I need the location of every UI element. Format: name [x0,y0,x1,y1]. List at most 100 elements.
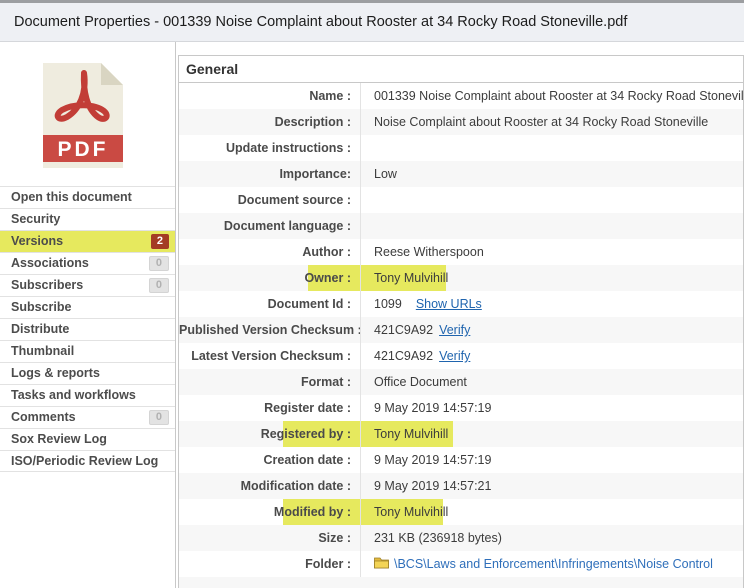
row-creation-date: Creation date : 9 May 2019 14:57:19 [179,447,743,473]
field-label: Document source : [179,187,360,213]
field-value: \BCS\Laws and Enforcement\Infringements\… [360,551,743,577]
field-label: Modification date : [179,473,360,499]
field-value: Tony Mulvihill [360,265,743,291]
field-value: Noise Complaint about Rooster at 34 Rock… [360,109,743,135]
field-label: Update instructions : [179,135,360,161]
row-folder: Folder : \BCS\Laws and Enforcement\Infri… [179,551,743,577]
verify-link[interactable]: Verify [439,323,470,337]
sidebar-item-distribute[interactable]: Distribute [0,318,175,340]
field-value: 421C9A92Verify [360,317,743,343]
checksum-value: 421C9A92 [374,349,433,363]
row-author: Author : Reese Witherspoon [179,239,743,265]
sidebar-item-label: Logs & reports [11,366,100,380]
show-urls-link[interactable]: Show URLs [416,297,482,311]
folder-path-link[interactable]: \BCS\Laws and Enforcement\Infringements\… [394,557,713,571]
sidebar-item-label: Thumbnail [11,344,74,358]
field-value: 9 May 2019 14:57:21 [360,473,743,499]
properties-table: Name : 001339 Noise Complaint about Roos… [179,83,743,588]
sidebar-item-tasks-workflows[interactable]: Tasks and workflows [0,384,175,406]
row-importance: Importance: Low [179,161,743,187]
field-label: Size : [179,525,360,551]
pdf-file-icon: PDF [43,63,123,168]
field-label: Modified by : [179,499,360,525]
row-description: Description : Noise Complaint about Roos… [179,109,743,135]
sidebar-item-logs-reports[interactable]: Logs & reports [0,362,175,384]
comments-count-badge: 0 [149,410,169,425]
row-format: Format : Office Document [179,369,743,395]
sidebar: PDF Open this document Security Versions… [0,42,176,588]
sidebar-item-associations[interactable]: Associations 0 [0,252,175,274]
field-label: Format : [179,369,360,395]
field-value: 9 May 2019 14:57:19 [360,395,743,421]
row-update-instructions: Update instructions : [179,135,743,161]
field-value: Reese Witherspoon [360,239,743,265]
field-value: 001339 Noise Complaint about Rooster at … [360,83,743,109]
general-panel: General Name : 001339 Noise Complaint ab… [178,55,744,588]
verify-link[interactable]: Verify [439,349,470,363]
row-latest-version-checksum: Latest Version Checksum : 421C9A92 Verify [179,343,743,369]
field-label: Latest Version Checksum : [179,343,360,369]
field-label: Author : [179,239,360,265]
field-value [360,213,743,239]
sidebar-item-label: Open this document [11,190,132,204]
sidebar-item-versions[interactable]: Versions 2 [0,230,175,252]
field-value: Office Document [360,369,743,395]
row-size: Size : 231 KB (236918 bytes) [179,525,743,551]
sidebar-item-subscribe[interactable]: Subscribe [0,296,175,318]
pdf-label: PDF [58,138,109,161]
sidebar-item-label: Sox Review Log [11,432,107,446]
field-label: Creation date : [179,447,360,473]
field-value: 231 KB (236918 bytes) [360,525,743,551]
field-value: 421C9A92 Verify [360,343,743,369]
field-label: Description : [179,109,360,135]
sidebar-item-security[interactable]: Security [0,208,175,230]
sidebar-item-label: Versions [11,234,63,248]
row-document-source: Document source : [179,187,743,213]
field-label: Document Id : [179,291,360,317]
folder-icon [374,557,389,569]
sidebar-item-subscribers[interactable]: Subscribers 0 [0,274,175,296]
field-value: Tony Mulvihill [360,421,743,447]
document-id-value: 1099 [374,297,402,311]
sidebar-item-label: Associations [11,256,89,270]
document-properties-dialog: Document Properties - 001339 Noise Compl… [0,0,744,588]
row-document-id: Document Id : 1099 Show URLs [179,291,743,317]
sidebar-menu: Open this document Security Versions 2 A… [0,186,175,472]
field-label: Name : [179,83,360,109]
field-value: Tony Mulvihill [360,499,743,525]
sidebar-item-open-this-document[interactable]: Open this document [0,186,175,208]
dialog-titlebar: Document Properties - 001339 Noise Compl… [0,3,744,42]
field-label: Published Version Checksum : [179,317,360,343]
row-owner: Owner : Tony Mulvihill [179,265,743,291]
associations-count-badge: 0 [149,256,169,271]
sidebar-item-sox-review-log[interactable]: Sox Review Log [0,428,175,450]
row-modified-by: Modified by : Tony Mulvihill [179,499,743,525]
field-value [360,577,743,588]
field-value [360,135,743,161]
general-panel-title: General [179,56,743,83]
field-label: Owner : [179,265,360,291]
row-document-language: Document language : [179,213,743,239]
sidebar-item-comments[interactable]: Comments 0 [0,406,175,428]
sidebar-item-thumbnail[interactable]: Thumbnail [0,340,175,362]
sidebar-item-label: ISO/Periodic Review Log [11,454,158,468]
field-value: 9 May 2019 14:57:19 [360,447,743,473]
field-label: Folder : [179,551,360,577]
sidebar-item-label: Tasks and workflows [11,388,136,402]
field-value [360,187,743,213]
row-modification-date: Modification date : 9 May 2019 14:57:21 [179,473,743,499]
row-published-version-checksum: Published Version Checksum : 421C9A92Ver… [179,317,743,343]
field-label: Register date : [179,395,360,421]
field-label [179,577,360,588]
field-value: 1099 Show URLs [360,291,743,317]
dialog-title: Document Properties - 001339 Noise Compl… [14,14,627,30]
field-label: Importance: [179,161,360,187]
sidebar-item-label: Subscribe [11,300,71,314]
empty-row [179,577,743,588]
field-label: Registered by : [179,421,360,447]
sidebar-item-label: Subscribers [11,278,83,292]
subscribers-count-badge: 0 [149,278,169,293]
sidebar-item-label: Security [11,212,60,226]
sidebar-item-iso-periodic-review-log[interactable]: ISO/Periodic Review Log [0,450,175,472]
versions-count-badge: 2 [151,234,169,249]
